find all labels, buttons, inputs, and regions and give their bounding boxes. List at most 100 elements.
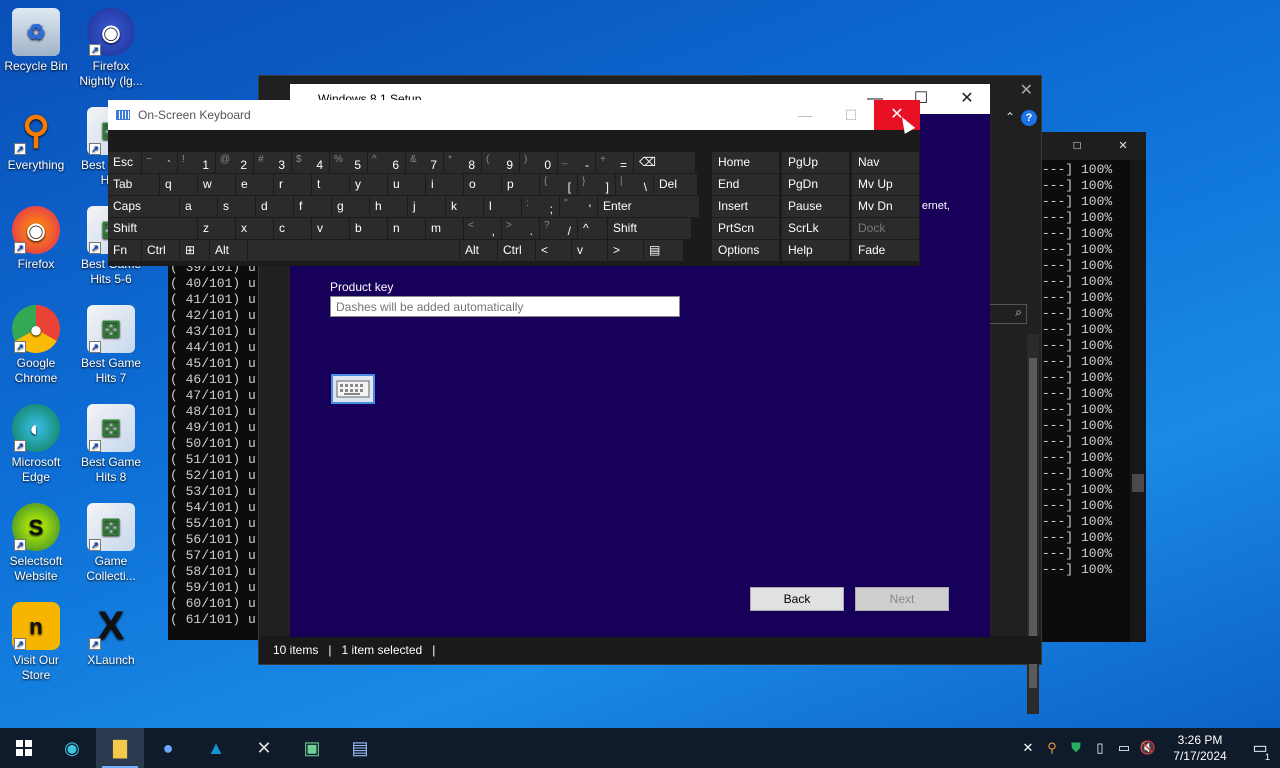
taskbar-edge-button[interactable]: ◉	[48, 728, 96, 768]
osk-key[interactable]: b	[350, 218, 387, 239]
desktop-shortcut[interactable]: ◐ ↗ Microsoft Edge	[0, 404, 72, 485]
osk-key[interactable]: Shift	[108, 218, 197, 239]
osk-key[interactable]: Tab	[108, 174, 159, 195]
osk-key[interactable]: v	[572, 240, 607, 261]
osk-key[interactable]: Ctrl	[142, 240, 179, 261]
osk-key[interactable]: ! 1	[178, 152, 215, 173]
osk-key[interactable]: + =	[596, 152, 633, 173]
osk-key[interactable]: * 8	[444, 152, 481, 173]
osk-key[interactable]	[248, 240, 459, 261]
osk-key[interactable]: r	[274, 174, 311, 195]
osk-key[interactable]: @2	[216, 152, 253, 173]
osk-key[interactable]: End	[712, 174, 779, 195]
osk-key[interactable]: g	[332, 196, 369, 217]
close-icon[interactable]: ✕	[944, 84, 990, 114]
desktop-shortcut[interactable]: ◉ ↗ Firefox Nightly (lg...	[75, 8, 147, 89]
osk-key[interactable]: Fn	[108, 240, 141, 261]
desktop-shortcut[interactable]: ⚲ ↗ Everything	[0, 107, 72, 173]
osk-key[interactable]: s	[218, 196, 255, 217]
osk-key[interactable]: j	[408, 196, 445, 217]
osk-key[interactable]: _ -	[558, 152, 595, 173]
desktop-shortcut[interactable]: X ↗ XLaunch	[75, 602, 147, 668]
osk-key[interactable]: PrtScn	[712, 218, 779, 239]
desktop-shortcut[interactable]: ◉ ↗ Firefox	[0, 206, 72, 272]
osk-key[interactable]: " '	[560, 196, 597, 217]
osk-key[interactable]: #3	[254, 152, 291, 173]
taskbar-firefox-nightly-button[interactable]: ●	[144, 728, 192, 768]
osk-key[interactable]: Alt	[210, 240, 247, 261]
minimize-icon[interactable]: —	[782, 100, 828, 130]
product-key-input[interactable]	[330, 296, 680, 317]
chevron-up-icon[interactable]: ⌃	[1005, 110, 1015, 124]
osk-key[interactable]: (9	[482, 152, 519, 173]
osk-key[interactable]: Home	[712, 152, 779, 173]
osk-key[interactable]: Caps	[108, 196, 179, 217]
search-icon[interactable]: ⌕	[989, 304, 1027, 324]
osk-key[interactable]: $4	[292, 152, 329, 173]
osk-key[interactable]: Mv Dn	[852, 196, 919, 217]
osk-key[interactable]: ? /	[540, 218, 577, 239]
notification-center-icon[interactable]: ▭ 1	[1240, 738, 1280, 762]
osk-key[interactable]: ) 0	[520, 152, 557, 173]
osk-key[interactable]: l	[484, 196, 521, 217]
osk-key[interactable]: k	[446, 196, 483, 217]
osk-key[interactable]: <,	[464, 218, 501, 239]
usb-icon[interactable]: ▯	[1088, 740, 1112, 756]
osk-key[interactable]: >.	[502, 218, 539, 239]
osk-key[interactable]: Enter	[598, 196, 699, 217]
taskbar-file-explorer-button[interactable]: ▇	[96, 728, 144, 768]
osk-key[interactable]: h	[370, 196, 407, 217]
osk-key[interactable]: PgUp	[782, 152, 849, 173]
osk-key[interactable]: Options	[712, 240, 779, 261]
osk-key[interactable]: i	[426, 174, 463, 195]
osk-key[interactable]: ⊞	[180, 240, 209, 261]
osk-key[interactable]: Shift	[608, 218, 691, 239]
taskbar-arch-button[interactable]: ▲	[192, 728, 240, 768]
osk-key[interactable]: ^	[578, 218, 607, 239]
console-scrollbar[interactable]	[1130, 160, 1146, 642]
osk-key[interactable]: f	[294, 196, 331, 217]
desktop-shortcut[interactable]: ⚄ ↗ Best Game Hits 7	[75, 305, 147, 386]
osk-key[interactable]: y	[350, 174, 387, 195]
osk-key[interactable]: q	[160, 174, 197, 195]
osk-key[interactable]: }]	[578, 174, 615, 195]
osk-key[interactable]: v	[312, 218, 349, 239]
explorer-close-icon[interactable]: ✕	[1020, 80, 1033, 100]
taskbar-setup-button[interactable]: ▣	[288, 728, 336, 768]
osk-key[interactable]: ▤	[644, 240, 683, 261]
osk-key[interactable]: a	[180, 196, 217, 217]
osk-key[interactable]: Mv Up	[852, 174, 919, 195]
osk-key[interactable]: z	[198, 218, 235, 239]
osk-key[interactable]: <	[536, 240, 571, 261]
network-icon[interactable]: ▭	[1112, 740, 1136, 756]
taskbar-network-button[interactable]: ▤	[336, 728, 384, 768]
osk-key[interactable]: m	[426, 218, 463, 239]
help-icon[interactable]: ?	[1021, 110, 1037, 126]
maximize-icon[interactable]: ☐	[828, 100, 874, 130]
osk-key[interactable]: Fade	[852, 240, 919, 261]
desktop-shortcut[interactable]: ● ↗ Google Chrome	[0, 305, 72, 386]
volume-muted-icon[interactable]: 🔇	[1136, 740, 1160, 756]
osk-key[interactable]: n	[388, 218, 425, 239]
taskbar-xlaunch-button[interactable]: ✕	[240, 728, 288, 768]
xlaunch-tray-icon[interactable]: ✕	[1016, 740, 1040, 756]
search-tray-icon[interactable]: ⚲	[1040, 740, 1064, 756]
osk-key[interactable]: p	[502, 174, 539, 195]
osk-key[interactable]: >	[608, 240, 643, 261]
osk-key[interactable]: Ctrl	[498, 240, 535, 261]
security-shield-icon[interactable]: ⛊	[1064, 740, 1088, 756]
console-window-right[interactable]: ☐ ✕ ---] 100% ---] 100% ---] 100% ---] 100%…	[1040, 132, 1146, 642]
osk-key[interactable]: d	[256, 196, 293, 217]
osk-key[interactable]: Help	[782, 240, 849, 261]
osk-key[interactable]: t	[312, 174, 349, 195]
desktop-shortcut[interactable]: ⚄ ↗ Best Game Hits 8	[75, 404, 147, 485]
osk-key[interactable]: Esc	[108, 152, 141, 173]
osk-key[interactable]: | \	[616, 174, 653, 195]
osk-key[interactable]: e	[236, 174, 273, 195]
osk-key[interactable]: Dock	[852, 218, 919, 239]
osk-key[interactable]: PgDn	[782, 174, 849, 195]
osk-key[interactable]: % 5	[330, 152, 367, 173]
osk-key[interactable]: Nav	[852, 152, 919, 173]
osk-key[interactable]: {[	[540, 174, 577, 195]
osk-key[interactable]: :;	[522, 196, 559, 217]
